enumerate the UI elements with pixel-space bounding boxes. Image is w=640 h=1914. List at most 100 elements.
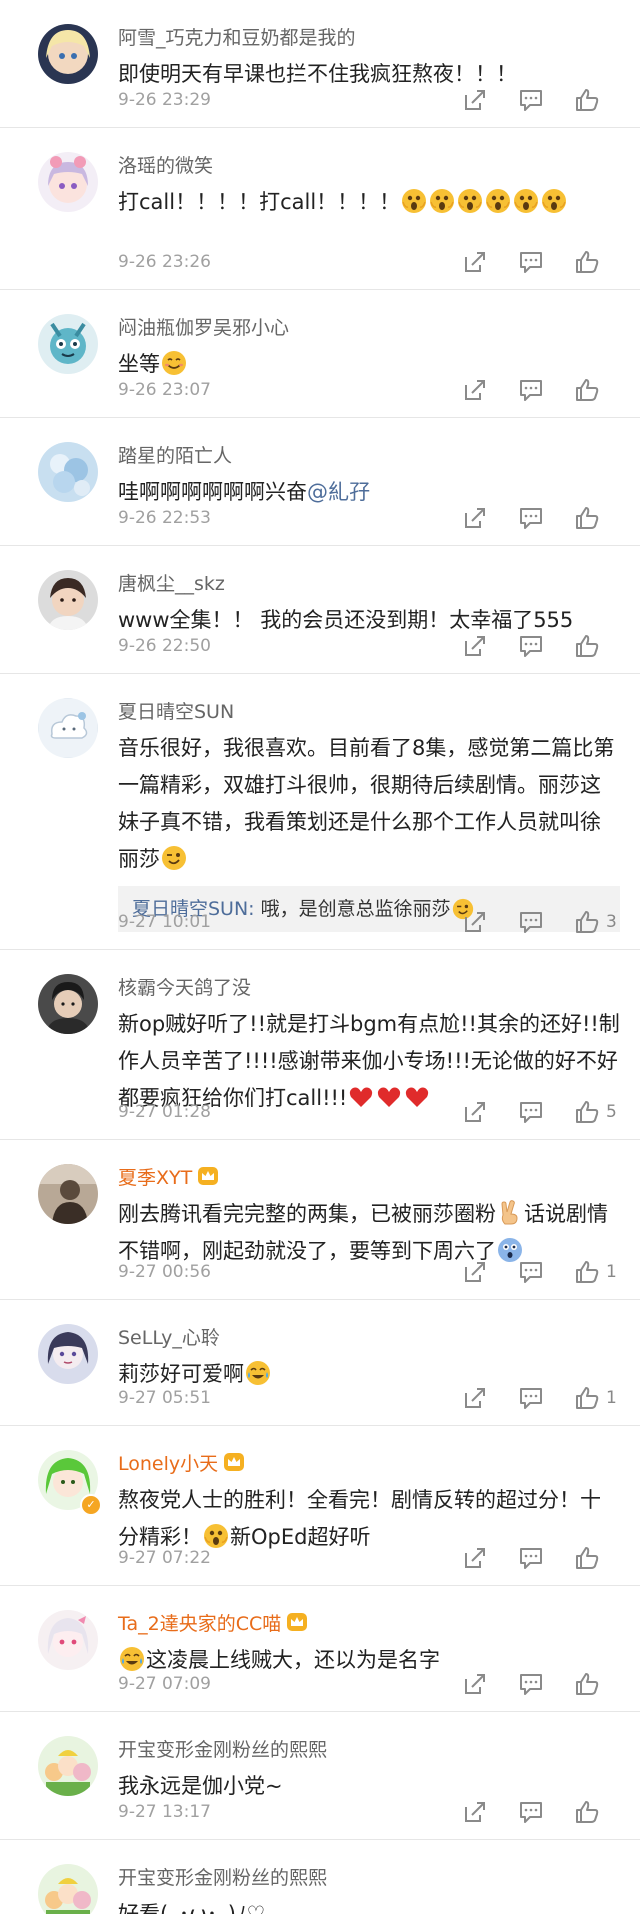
username[interactable]: 夏日晴空SUN bbox=[118, 697, 234, 724]
like-icon[interactable] bbox=[574, 1099, 600, 1125]
comment-item: 开宝变形金刚粉丝的熙熙 我永远是伽小党~ 9-27 13:17 bbox=[0, 1712, 640, 1840]
repost-icon[interactable] bbox=[462, 1671, 488, 1697]
comment-item: Ta_2達央家的CC喵 这凌晨上线贼大，还以为是名字 9-27 07:09 bbox=[0, 1586, 640, 1712]
avatar[interactable] bbox=[38, 442, 98, 502]
comment-icon[interactable] bbox=[518, 633, 544, 659]
like-icon[interactable] bbox=[574, 377, 600, 403]
like-count: 1 bbox=[606, 1262, 617, 1282]
avatar[interactable] bbox=[38, 24, 98, 84]
repost-icon[interactable] bbox=[462, 249, 488, 275]
like-icon[interactable] bbox=[574, 1545, 600, 1571]
comment-item: 踏星的陌亡人 哇啊啊啊啊啊啊兴奋@糺孖 9-26 22:53 bbox=[0, 418, 640, 546]
username[interactable]: Ta_2達央家的CC喵 bbox=[118, 1609, 281, 1636]
comment-icon[interactable] bbox=[518, 1099, 544, 1125]
comment-item: ✓ Lonely小天 熬夜党人士的胜利！全看完！剧情反转的超过分！十分精彩！ 新O… bbox=[0, 1426, 640, 1586]
timestamp: 9-26 22:53 bbox=[118, 508, 211, 528]
timestamp: 9-27 07:22 bbox=[118, 1548, 211, 1568]
avatar[interactable] bbox=[38, 698, 98, 758]
timestamp: 9-26 23:29 bbox=[118, 90, 211, 110]
repost-icon[interactable] bbox=[462, 1545, 488, 1571]
comment-feed: 阿雪_巧克力和豆奶都是我的 即使明天有早课也拦不住我疯狂熬夜！！！ 9-26 2… bbox=[0, 0, 640, 1914]
repost-icon[interactable] bbox=[462, 1385, 488, 1411]
repost-icon[interactable] bbox=[462, 1799, 488, 1825]
like-icon[interactable] bbox=[574, 1799, 600, 1825]
comment-item: 阿雪_巧克力和豆奶都是我的 即使明天有早课也拦不住我疯狂熬夜！！！ 9-26 2… bbox=[0, 0, 640, 128]
avatar[interactable] bbox=[38, 1324, 98, 1384]
comment-item: 夏日晴空SUN 音乐很好，我很喜欢。目前看了8集，感觉第二篇比第一篇精彩，双雄打… bbox=[0, 674, 640, 950]
comment-item: SeLLy_心聆 莉莎好可爱啊 9-27 05:51 1 bbox=[0, 1300, 640, 1426]
username[interactable]: 洛瑶的微笑 bbox=[118, 151, 213, 178]
like-icon[interactable] bbox=[574, 909, 600, 935]
like-icon[interactable] bbox=[574, 87, 600, 113]
comment-item: 唐枫尘__skz www全集！！ 我的会员还没到期！太幸福了555 9-26 2… bbox=[0, 546, 640, 674]
comment-text: 好看(｡･ω･｡)ﾉ♡ bbox=[118, 1902, 266, 1914]
repost-icon[interactable] bbox=[462, 1259, 488, 1285]
comment-icon[interactable] bbox=[518, 377, 544, 403]
comment-item: 核霸今天鸽了没 新op贼好听了!!就是打斗bgm有点尬!!其余的还好!!制作人员… bbox=[0, 950, 640, 1140]
timestamp: 9-27 00:56 bbox=[118, 1262, 211, 1282]
mention-link[interactable]: @糺孖 bbox=[307, 480, 370, 504]
username[interactable]: 踏星的陌亡人 bbox=[118, 441, 232, 468]
like-icon[interactable] bbox=[574, 505, 600, 531]
comment-icon[interactable] bbox=[518, 249, 544, 275]
username[interactable]: SeLLy_心聆 bbox=[118, 1323, 220, 1350]
repost-icon[interactable] bbox=[462, 505, 488, 531]
victory-emoji-icon bbox=[497, 1200, 523, 1226]
username[interactable]: 唐枫尘__skz bbox=[118, 569, 225, 596]
username[interactable]: 开宝变形金刚粉丝的熙熙 bbox=[118, 1863, 327, 1890]
avatar[interactable] bbox=[38, 314, 98, 374]
avatar[interactable] bbox=[38, 1164, 98, 1224]
comment-icon[interactable] bbox=[518, 1385, 544, 1411]
avatar[interactable] bbox=[38, 1736, 98, 1796]
avatar[interactable] bbox=[38, 1610, 98, 1670]
like-icon[interactable] bbox=[574, 1671, 600, 1697]
avatar[interactable] bbox=[38, 152, 98, 212]
scream-emoji-icon bbox=[401, 188, 427, 214]
repost-icon[interactable] bbox=[462, 87, 488, 113]
like-icon[interactable] bbox=[574, 1259, 600, 1285]
smile-emoji-icon bbox=[161, 350, 187, 376]
verified-badge-icon: ✓ bbox=[80, 1494, 102, 1516]
comment-item: 闷油瓶伽罗吴邪小心 坐等 9-26 23:07 bbox=[0, 290, 640, 418]
timestamp: 9-26 22:50 bbox=[118, 636, 211, 656]
like-icon[interactable] bbox=[574, 633, 600, 659]
username[interactable]: 夏季XYT bbox=[118, 1163, 192, 1190]
username[interactable]: Lonely小天 bbox=[118, 1449, 218, 1476]
timestamp: 9-27 13:17 bbox=[118, 1802, 211, 1822]
avatar[interactable] bbox=[38, 974, 98, 1034]
scream-emoji-icon bbox=[429, 188, 455, 214]
avatar[interactable] bbox=[38, 570, 98, 630]
avatar[interactable] bbox=[38, 1864, 98, 1914]
comment-icon[interactable] bbox=[518, 505, 544, 531]
like-icon[interactable] bbox=[574, 249, 600, 275]
comment-icon[interactable] bbox=[518, 1545, 544, 1571]
username[interactable]: 开宝变形金刚粉丝的熙熙 bbox=[118, 1735, 327, 1762]
scream-emoji-icon bbox=[457, 188, 483, 214]
comment-item: 洛瑶的微笑 打call！！！！打call！！！！ 9-26 23:26 bbox=[0, 128, 640, 290]
timestamp: 9-27 01:28 bbox=[118, 1102, 211, 1122]
username[interactable]: 阿雪_巧克力和豆奶都是我的 bbox=[118, 23, 356, 50]
like-icon[interactable] bbox=[574, 1385, 600, 1411]
scream-emoji-icon bbox=[541, 188, 567, 214]
comment-icon[interactable] bbox=[518, 1799, 544, 1825]
timestamp: 9-26 23:26 bbox=[118, 252, 211, 272]
comment-icon[interactable] bbox=[518, 1259, 544, 1285]
repost-icon[interactable] bbox=[462, 633, 488, 659]
timestamp: 9-27 10:01 bbox=[118, 912, 211, 932]
repost-icon[interactable] bbox=[462, 1099, 488, 1125]
repost-icon[interactable] bbox=[462, 377, 488, 403]
repost-icon[interactable] bbox=[462, 909, 488, 935]
comment-icon[interactable] bbox=[518, 1671, 544, 1697]
vip-crown-icon bbox=[197, 1166, 219, 1186]
comment-icon[interactable] bbox=[518, 87, 544, 113]
comment-item: 开宝变形金刚粉丝的熙熙 好看(｡･ω･｡)ﾉ♡ bbox=[0, 1840, 640, 1914]
username[interactable]: 核霸今天鸽了没 bbox=[118, 973, 251, 1000]
like-count: 3 bbox=[606, 912, 617, 932]
timestamp: 9-26 23:07 bbox=[118, 380, 211, 400]
username[interactable]: 闷油瓶伽罗吴邪小心 bbox=[118, 313, 289, 340]
vip-crown-icon bbox=[286, 1612, 308, 1632]
comment-text: 音乐很好，我很喜欢。目前看了8集，感觉第二篇比第一篇精彩，双雄打斗很帅，很期待后… bbox=[118, 736, 615, 871]
timestamp: 9-27 07:09 bbox=[118, 1674, 211, 1694]
comment-item: 夏季XYT 刚去腾讯看完完整的两集，已被丽莎圈粉 话说剧情不错啊，刚起劲就没了，要… bbox=[0, 1140, 640, 1300]
comment-icon[interactable] bbox=[518, 909, 544, 935]
